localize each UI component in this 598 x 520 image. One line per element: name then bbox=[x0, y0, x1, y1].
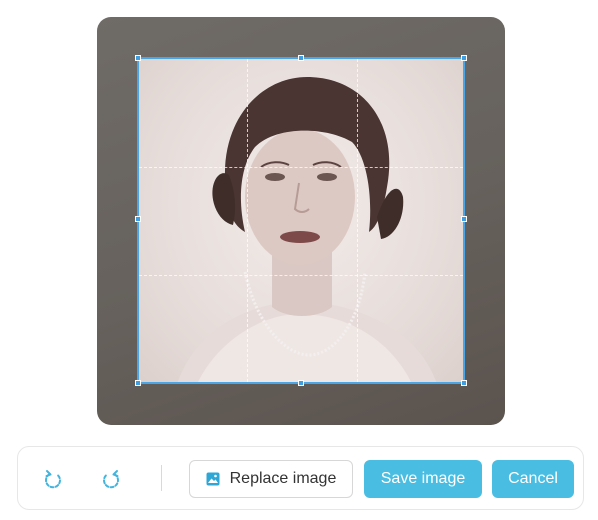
crop-frame[interactable] bbox=[135, 55, 467, 386]
editor-toolbar: Replace image Save image Cancel bbox=[17, 446, 584, 510]
rotate-left-icon bbox=[45, 470, 61, 489]
rotate-right-icon bbox=[103, 470, 119, 489]
crop-guide-horizontal bbox=[139, 167, 463, 168]
save-image-label: Save image bbox=[380, 470, 466, 487]
crop-handle-top[interactable] bbox=[298, 55, 304, 61]
crop-handle-top-right[interactable] bbox=[461, 55, 467, 61]
rotate-right-button[interactable] bbox=[99, 467, 123, 491]
crop-handle-bottom-left[interactable] bbox=[135, 380, 141, 386]
crop-handle-bottom-right[interactable] bbox=[461, 380, 467, 386]
crop-handle-top-left[interactable] bbox=[135, 55, 141, 61]
crop-handle-right[interactable] bbox=[461, 216, 467, 222]
save-image-button[interactable]: Save image bbox=[364, 460, 482, 498]
replace-image-button[interactable]: Replace image bbox=[189, 460, 353, 498]
cancel-button[interactable]: Cancel bbox=[492, 460, 574, 498]
crop-handle-left[interactable] bbox=[135, 216, 141, 222]
image-icon bbox=[206, 472, 220, 486]
cancel-label: Cancel bbox=[508, 470, 558, 487]
crop-guide-vertical bbox=[247, 59, 248, 382]
crop-handle-bottom[interactable] bbox=[298, 380, 304, 386]
crop-guide-horizontal bbox=[139, 275, 463, 276]
toolbar-divider bbox=[161, 465, 162, 491]
replace-image-label: Replace image bbox=[229, 470, 337, 487]
crop-guide-vertical bbox=[357, 59, 358, 382]
rotate-left-button[interactable] bbox=[41, 467, 65, 491]
